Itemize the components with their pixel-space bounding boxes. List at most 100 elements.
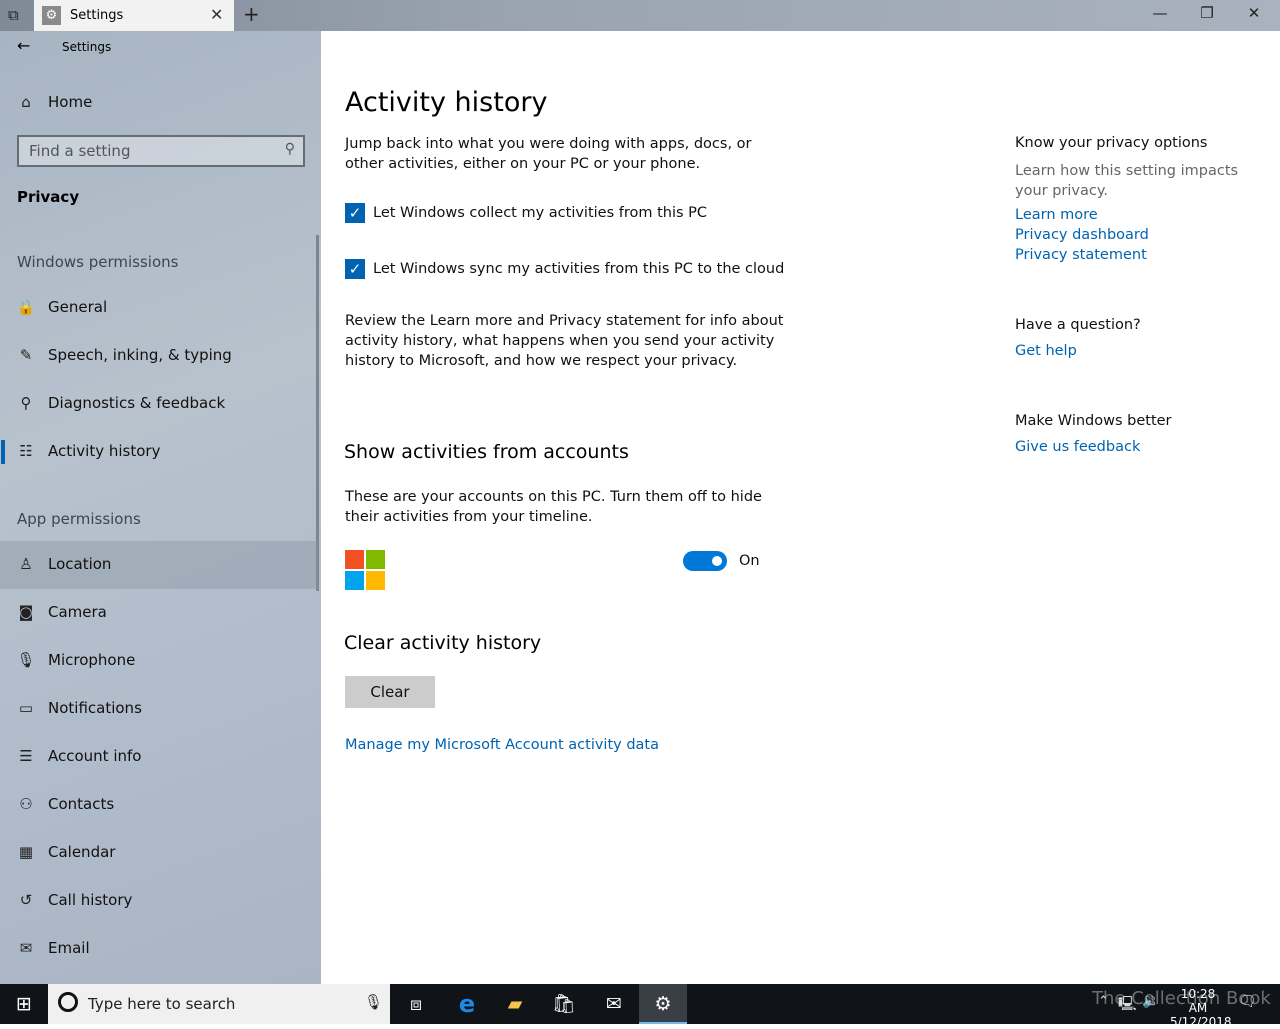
account-toggle[interactable] bbox=[683, 551, 727, 571]
sidebar-item-calendar[interactable]: ▦ Calendar bbox=[0, 829, 318, 877]
label: Camera bbox=[48, 603, 107, 621]
general-icon: 🔒 bbox=[16, 298, 36, 316]
edge-icon[interactable]: e bbox=[443, 984, 491, 1024]
sidebar-item-notifications[interactable]: ▭ Notifications bbox=[0, 685, 318, 733]
home-icon: ⌂ bbox=[21, 93, 31, 111]
restore-button[interactable]: ❐ bbox=[1184, 4, 1230, 22]
task-view-icon[interactable]: ⧉ bbox=[8, 6, 19, 24]
intro-text: Jump back into what you were doing with … bbox=[345, 136, 752, 172]
label: Account info bbox=[48, 747, 142, 765]
location-icon: ♙ bbox=[19, 555, 33, 573]
question-heading: Have a question? bbox=[1015, 317, 1141, 333]
sidebar-item-general[interactable]: 🔒 General bbox=[0, 284, 318, 332]
section-title: Privacy bbox=[17, 188, 80, 206]
speech-icon: ✎ bbox=[19, 346, 33, 364]
clear-heading: Clear activity history bbox=[344, 632, 542, 654]
main-content: Activity history Jump back into what you… bbox=[321, 31, 1280, 984]
title-bar: ⧉ ⚙ Settings ✕ + — ❐ ✕ bbox=[0, 0, 1280, 31]
placeholder: Find a setting bbox=[29, 142, 131, 160]
clock[interactable]: 10:28 AM 5/12/2018 bbox=[1170, 987, 1232, 1029]
camera-icon: ◙ bbox=[18, 603, 34, 621]
close-button[interactable]: ✕ bbox=[1231, 4, 1277, 22]
checkbox-sync[interactable]: ✓ bbox=[345, 259, 365, 279]
email-icon: ✉ bbox=[19, 939, 33, 957]
manage-activity-link[interactable]: Manage my Microsoft Account activity dat… bbox=[345, 737, 659, 753]
privacy-dashboard-link[interactable]: Privacy dashboard bbox=[1015, 227, 1149, 243]
privacy-statement-link[interactable]: Privacy statement bbox=[1015, 247, 1147, 263]
taskbar-search[interactable]: Type here to search 🎙 bbox=[48, 984, 390, 1024]
sidebar-item-microphone[interactable]: 🎙 Microphone bbox=[0, 637, 318, 685]
label: Activity history bbox=[48, 442, 161, 460]
sidebar-item-account-info[interactable]: ☰ Account info bbox=[0, 733, 318, 781]
contacts-icon: ⚇ bbox=[19, 795, 33, 813]
checkbox-sync-label[interactable]: Let Windows sync my activities from this… bbox=[373, 259, 784, 279]
sidebar-item-camera[interactable]: ◙ Camera bbox=[0, 589, 318, 637]
action-center-icon[interactable]: 🗨 bbox=[1238, 992, 1257, 1010]
sidebar-item-speech-inking-typing[interactable]: ✎ Speech, inking, & typing bbox=[0, 332, 318, 380]
checkbox-collect[interactable]: ✓ bbox=[345, 203, 365, 223]
task-view-icon[interactable]: ⧈ bbox=[392, 984, 440, 1024]
label: Calendar bbox=[48, 843, 116, 861]
get-help-link[interactable]: Get help bbox=[1015, 343, 1077, 359]
gear-icon: ⚙ bbox=[42, 6, 61, 25]
label: Microphone bbox=[48, 651, 136, 669]
call-icon: ↺ bbox=[19, 891, 33, 909]
label: General bbox=[48, 298, 108, 316]
toggle-state: On bbox=[739, 553, 760, 569]
privacy-desc: Learn how this setting impacts your priv… bbox=[1015, 163, 1239, 199]
label: Home bbox=[48, 93, 93, 111]
tab-title: Settings bbox=[70, 8, 124, 23]
start-button[interactable]: ⊞ bbox=[0, 984, 48, 1024]
app-title: Settings bbox=[62, 40, 112, 54]
privacy-heading: Know your privacy options bbox=[1015, 135, 1208, 151]
review-text: Review the Learn more and Privacy statem… bbox=[345, 313, 784, 369]
activity-icon: ☷ bbox=[19, 442, 33, 460]
taskbar: ⊞ Type here to search 🎙 ⧈ e ▰ 🛍 ✉ ⚙ The … bbox=[0, 984, 1280, 1029]
search-icon: ⚲ bbox=[284, 141, 295, 157]
page-title: Activity history bbox=[345, 87, 548, 118]
better-heading: Make Windows better bbox=[1015, 413, 1172, 429]
label: Email bbox=[48, 939, 90, 957]
new-tab-button[interactable]: + bbox=[243, 2, 260, 26]
sidebar-item-home[interactable]: ⌂ Home bbox=[0, 79, 318, 127]
checkbox-collect-label[interactable]: Let Windows collect my activities from t… bbox=[373, 203, 707, 223]
minimize-button[interactable]: — bbox=[1137, 4, 1183, 22]
sidebar-item-contacts[interactable]: ⚇ Contacts bbox=[0, 781, 318, 829]
settings-taskbar-icon[interactable]: ⚙ bbox=[639, 984, 687, 1024]
learn-more-link[interactable]: Learn more bbox=[1015, 207, 1098, 223]
feedback-link[interactable]: Give us feedback bbox=[1015, 439, 1140, 455]
cortana-icon bbox=[58, 992, 78, 1012]
network-icon[interactable]: 🖳 bbox=[1118, 993, 1137, 1017]
microphone-icon: 🎙 bbox=[16, 651, 36, 669]
microsoft-logo bbox=[345, 550, 385, 590]
clear-button[interactable]: Clear bbox=[345, 676, 435, 708]
label: Notifications bbox=[48, 699, 142, 717]
find-setting-input[interactable]: Find a setting ⚲ bbox=[17, 135, 305, 167]
diagnostics-icon: ⚲ bbox=[20, 394, 32, 412]
sidebar-item-email[interactable]: ✉ Email bbox=[0, 925, 318, 973]
group-heading: App permissions bbox=[17, 510, 141, 528]
search-placeholder: Type here to search bbox=[88, 995, 236, 1013]
back-button[interactable]: ← bbox=[17, 36, 30, 55]
accounts-desc: These are your accounts on this PC. Turn… bbox=[345, 489, 762, 525]
account-icon: ☰ bbox=[19, 747, 33, 765]
store-icon[interactable]: 🛍 bbox=[540, 984, 588, 1024]
label: Call history bbox=[48, 891, 133, 909]
show-hidden-icons[interactable]: ⌃ bbox=[1098, 994, 1109, 1009]
label: Contacts bbox=[48, 795, 115, 813]
file-explorer-icon[interactable]: ▰ bbox=[491, 984, 539, 1024]
date: 5/12/2018 bbox=[1170, 1015, 1232, 1029]
group-heading: Windows permissions bbox=[17, 253, 179, 271]
volume-icon[interactable]: 🔉 bbox=[1142, 993, 1159, 1009]
sidebar-item-activity-history[interactable]: ☷ Activity history bbox=[0, 428, 318, 476]
accounts-heading: Show activities from accounts bbox=[344, 441, 629, 463]
sidebar-item-call-history[interactable]: ↺ Call history bbox=[0, 877, 318, 925]
mail-icon[interactable]: ✉ bbox=[590, 984, 638, 1024]
microphone-icon[interactable]: 🎙 bbox=[364, 993, 383, 1011]
label: Speech, inking, & typing bbox=[48, 346, 232, 364]
sidebar-item-location[interactable]: ♙ Location bbox=[0, 541, 318, 589]
time: 10:28 AM bbox=[1180, 987, 1216, 1015]
tab-settings[interactable]: ⚙ Settings ✕ bbox=[34, 0, 234, 31]
sidebar-item-diagnostics-feedback[interactable]: ⚲ Diagnostics & feedback bbox=[0, 380, 318, 428]
tab-close-button[interactable]: ✕ bbox=[210, 5, 223, 24]
